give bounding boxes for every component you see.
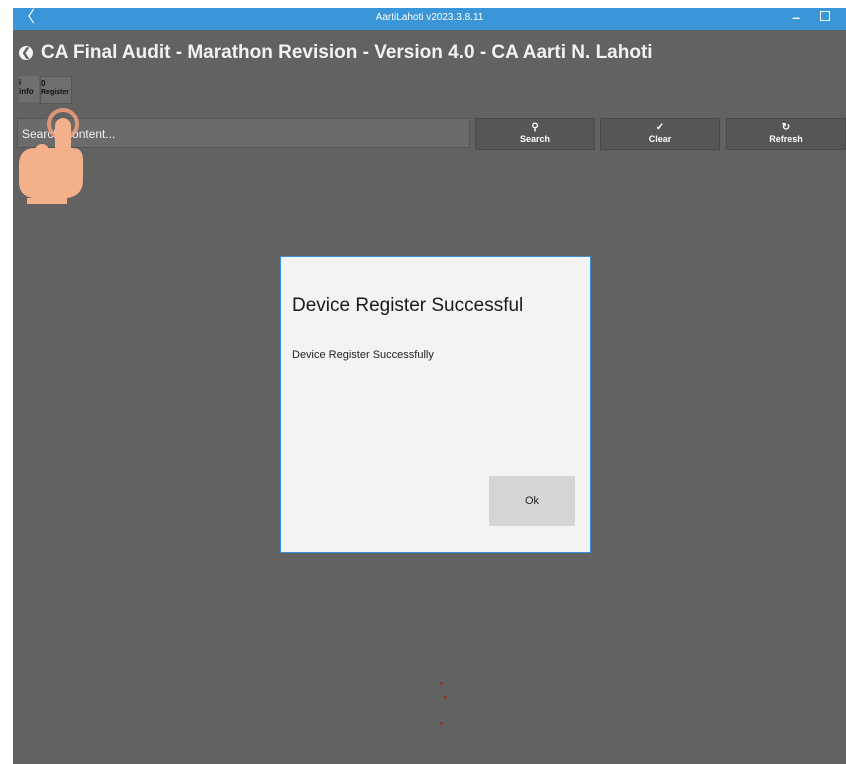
refresh-icon: ↻: [781, 122, 791, 133]
search-row: Search Content... ⚲ Search ✓ Clear ↻ Ref…: [13, 118, 846, 150]
refresh-button[interactable]: ↻ Refresh: [726, 118, 846, 150]
dialog-message: Device Register Successfully: [292, 349, 434, 361]
ok-button[interactable]: Ok: [489, 476, 575, 526]
loading-dot: [440, 682, 443, 685]
register-label: Register: [41, 89, 70, 96]
info-icon: i: [19, 78, 22, 87]
register-icon: 0: [41, 79, 46, 88]
page-title: ❮ CA Final Audit - Marathon Revision - Ve…: [19, 42, 653, 64]
search-icon: ⚲: [531, 122, 539, 133]
success-dialog: Device Register Successful Device Regist…: [280, 256, 591, 553]
dialog-title: Device Register Successful: [292, 295, 524, 316]
clear-button-label: Clear: [648, 134, 672, 144]
app-window: 〈 AartiLahoti v2023.3.8.11 – ❮ CA Final A…: [13, 8, 846, 764]
clear-button[interactable]: ✓ Clear: [600, 118, 720, 150]
refresh-button-label: Refresh: [769, 134, 803, 144]
register-button[interactable]: 0 Register: [40, 76, 72, 104]
loading-dot: [444, 696, 447, 699]
brush-icon: ✓: [655, 122, 665, 133]
info-label: info: [19, 87, 34, 96]
page-title-text: CA Final Audit - Marathon Revision - Ver…: [41, 42, 653, 63]
info-button[interactable]: i info: [19, 76, 39, 102]
minimize-icon[interactable]: –: [792, 9, 800, 25]
loading-dot: [440, 722, 443, 725]
restore-icon[interactable]: [820, 11, 830, 21]
search-button[interactable]: ⚲ Search: [475, 118, 595, 150]
search-button-label: Search: [519, 134, 551, 144]
window-title: AartiLahoti v2023.3.8.11: [375, 12, 484, 23]
back-circle-icon[interactable]: ❮: [19, 46, 33, 60]
pointing-hand-icon: [19, 108, 83, 204]
title-bar: 〈 AartiLahoti v2023.3.8.11 –: [13, 8, 846, 30]
